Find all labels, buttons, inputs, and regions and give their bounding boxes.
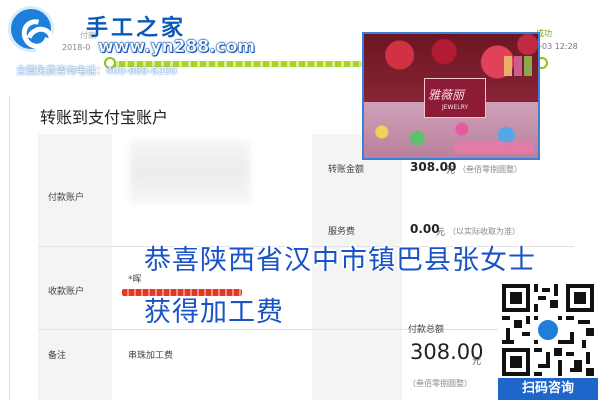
transfer-amount-hint: （叁佰零捌圆整） — [458, 165, 522, 174]
congrats-line-1: 恭喜陕西省汉中市镇巴县张女士 — [144, 245, 536, 276]
transfer-amount-unit: 元 — [446, 166, 456, 176]
congrats-line-2: 获得加工费 — [144, 297, 284, 328]
remark-value: 串珠加工费 — [128, 351, 174, 361]
remark-value-cell — [112, 330, 312, 400]
photo-swatch — [514, 56, 522, 76]
row-divider — [38, 329, 574, 330]
status-time: 1-03 12:28 — [534, 42, 578, 51]
qr-code-block[interactable]: 扫码咨询 — [498, 282, 598, 400]
qr-brand-icon — [536, 318, 560, 342]
brand-logo-icon — [8, 6, 54, 52]
service-fee-hint: （以实际收取为准） — [448, 227, 520, 236]
product-photo: 雅薇丽 JEWELRY — [362, 32, 540, 160]
hotline-text: 全国免费咨询电话：400-888-8200 — [16, 66, 177, 77]
service-fee-unit: 元 — [436, 228, 446, 238]
photo-swatch — [504, 56, 512, 76]
photo-brand-text: 雅薇丽 — [428, 88, 465, 102]
transfer-amount-label: 转账金额 — [328, 165, 365, 175]
qr-scan-label: 扫码咨询 — [498, 378, 598, 400]
brand-url: www.yn288.com — [98, 37, 256, 57]
remark-label: 备注 — [48, 351, 67, 361]
photo-swatch — [524, 56, 532, 76]
total-amount-unit: 元 — [472, 357, 482, 367]
photo-tag — [454, 142, 534, 154]
total-amount-label: 付款总额 — [408, 325, 445, 335]
page-title: 转账到支付宝账户 — [40, 108, 169, 127]
ghost-date: 2018-0 — [62, 43, 91, 52]
service-fee-label: 服务费 — [328, 227, 356, 237]
page-left-border — [0, 96, 10, 400]
photo-sub-text: JEWELRY — [442, 104, 469, 111]
payer-label: 付款账户 — [48, 193, 85, 203]
redacted-payer-account — [130, 140, 250, 204]
payee-label: 收款账户 — [48, 287, 85, 297]
payee-value: *晖 — [128, 275, 142, 285]
total-amount-hint: （叁佰零捌圆整） — [408, 379, 472, 388]
